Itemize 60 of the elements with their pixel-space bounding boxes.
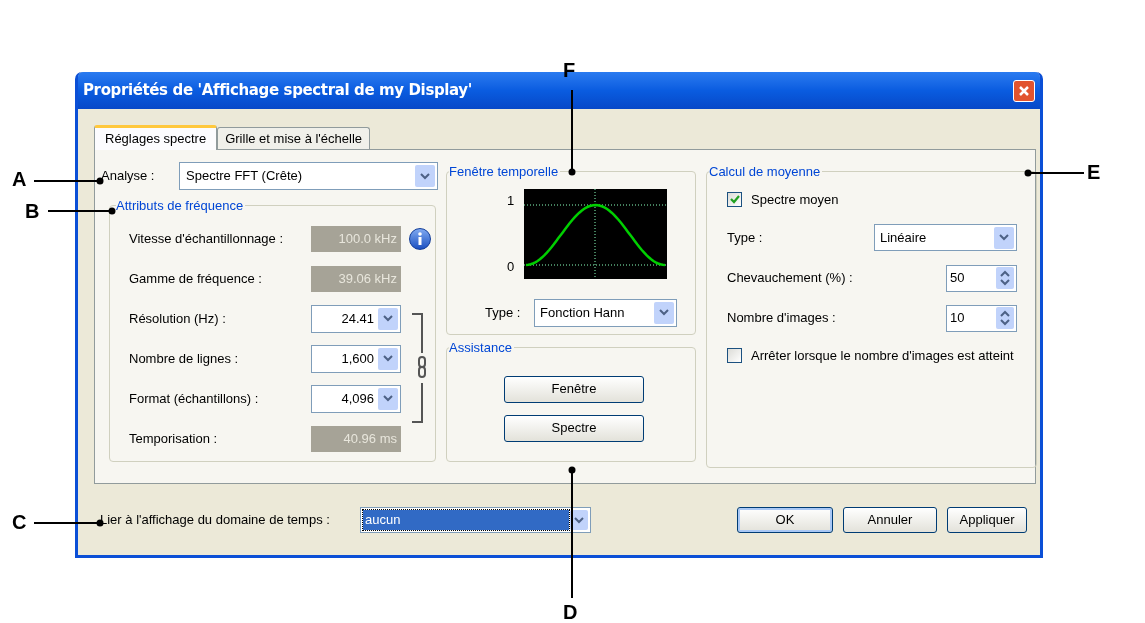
close-button[interactable] xyxy=(1013,79,1035,102)
value-dropdown[interactable]: 4,096 xyxy=(311,384,401,413)
field-label: Nombre d'images : xyxy=(727,309,836,328)
value-dropdown[interactable]: 24.41 xyxy=(311,304,401,333)
dropdown-value: 4,096 xyxy=(341,389,374,408)
spin-field[interactable]: 50 xyxy=(946,264,1017,292)
tab[interactable]: Grille et mise à l'échelle xyxy=(217,127,371,149)
type-dropdown[interactable]: Linéaire xyxy=(874,224,1017,251)
field-label: Format (échantillons) : xyxy=(129,389,260,408)
dropdown-value: Spectre FFT (Crête) xyxy=(186,167,303,186)
close-icon xyxy=(1018,84,1030,97)
field-label: Chevauchement (%) : xyxy=(727,269,853,288)
field-label: Type : xyxy=(727,228,763,247)
field-label: Type : xyxy=(485,303,522,322)
window-type-dropdown[interactable]: Fonction Hann xyxy=(534,298,677,327)
callout-letter: E xyxy=(1087,160,1101,184)
checkbox-label: Spectre moyen xyxy=(751,190,839,209)
assistant-button[interactable]: Spectre xyxy=(504,414,644,442)
group-title: Attributs de fréquence xyxy=(116,197,245,215)
dropdown-value: 24.41 xyxy=(341,309,374,328)
dialog-button[interactable]: Appliquer xyxy=(947,507,1027,533)
checkbox[interactable] xyxy=(727,348,742,363)
dialog-button[interactable]: OK xyxy=(737,507,833,533)
field-label: Résolution (Hz) : xyxy=(129,309,227,328)
checkbox-label: Arrêter lorsque le nombre d'images est atteint xyxy=(751,346,1014,365)
readonly-field: 100.0 kHz xyxy=(311,225,401,252)
callout-letter: B xyxy=(25,199,40,223)
spin-arrows-icon[interactable] xyxy=(996,267,1014,289)
field-label: Vitesse d'échantillonnage : xyxy=(129,229,285,248)
readonly-field: 40.96 ms xyxy=(311,425,401,452)
dropdown-value: Fonction Hann xyxy=(540,303,625,322)
dropdown-value: aucun xyxy=(363,510,569,530)
axis-label: 1 xyxy=(507,191,515,210)
dropdown-value: 1,600 xyxy=(341,349,374,368)
spin-value: 50 xyxy=(950,269,965,288)
field-label: Temporisation : xyxy=(129,429,219,448)
time-display-dropdown[interactable]: aucun xyxy=(360,507,591,533)
info-icon[interactable] xyxy=(409,227,431,250)
field-label: Nombre de lignes : xyxy=(129,349,240,368)
spin-value: 10 xyxy=(950,309,965,328)
analysis-dropdown[interactable]: Spectre FFT (Crête) xyxy=(179,162,438,190)
axis-label: 0 xyxy=(507,258,515,276)
group-title: Calcul de moyenne xyxy=(709,163,822,181)
group-title: Fenêtre temporelle xyxy=(449,163,560,181)
value-dropdown[interactable]: 1,600 xyxy=(311,344,401,373)
spin-field[interactable]: 10 xyxy=(946,304,1017,332)
window-title: Propriétés de 'Affichage spectral de my Display' xyxy=(83,80,472,102)
callout-letter: A xyxy=(12,167,27,191)
readonly-field: 39.06 kHz xyxy=(311,265,401,292)
callout-letter: C xyxy=(12,510,27,534)
tab[interactable]: Réglages spectre xyxy=(94,125,218,150)
callout-letter: D xyxy=(563,600,578,623)
dialog-button[interactable]: Annuler xyxy=(843,507,937,533)
checkbox[interactable] xyxy=(727,192,742,207)
spin-arrows-icon[interactable] xyxy=(996,307,1014,329)
field-label: Analyse : xyxy=(101,167,156,186)
assistant-button[interactable]: Fenêtre xyxy=(504,375,644,403)
dropdown-value: Linéaire xyxy=(880,228,927,247)
group-title: Assistance xyxy=(449,339,513,357)
field-label: Gamme de fréquence : xyxy=(129,269,263,288)
